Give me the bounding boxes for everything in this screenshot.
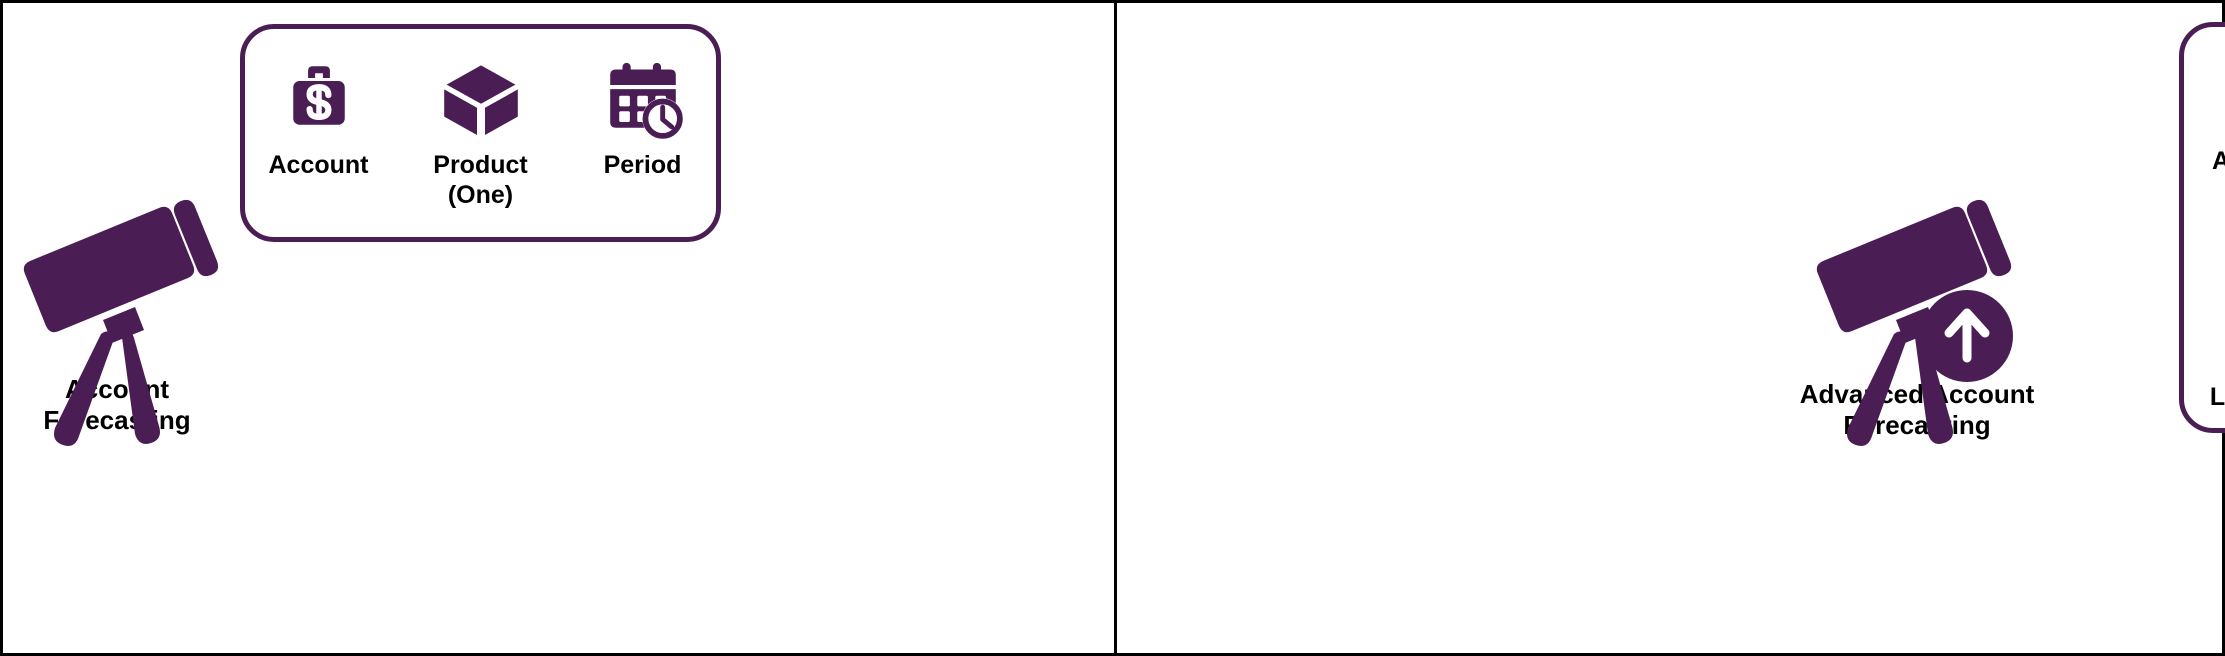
telescope-icon	[17, 158, 219, 446]
map-pin-ship-icon	[2216, 230, 2225, 314]
dimension-row: Account Product (One) Period	[245, 57, 716, 210]
dimension-item-account[interactable]: Account	[2203, 53, 2225, 177]
dimension-item-product-one[interactable]: Product (One)	[425, 57, 537, 210]
dimension-item-ship-from-location[interactable]: Ship-From Location	[2203, 230, 2225, 413]
dimension-row: Account	[2184, 53, 2225, 206]
dimension-row: Ship-From Location	[2184, 230, 2225, 413]
dimension-label: Product (One)	[433, 151, 528, 209]
dimension-label: Account	[2212, 147, 2225, 175]
dimension-item-account[interactable]: Account	[263, 57, 375, 181]
dimension-label: Account	[268, 151, 369, 179]
dimension-label: Ship-From Location	[2209, 383, 2225, 411]
dimension-label: Period	[603, 151, 682, 179]
panel-advanced-account-forecasting: Advanced Account Forecasting A L	[1117, 0, 2225, 656]
telescope-arrow-up-icon	[1810, 158, 2025, 446]
dimension-item-period[interactable]: Period	[587, 57, 699, 181]
panel-account-forecasting: Account Forecasting Account Product (One…	[0, 0, 1114, 656]
account-forecasting-telescope-group: Account Forecasting	[12, 158, 222, 446]
advanced-account-forecasting-telescope-group: Advanced Account Forecasting	[1797, 158, 2037, 446]
figure-canvas: Account Forecasting Account Product (One…	[0, 0, 2225, 656]
account-forecasting-dimension-box: Account Product (One) Period	[240, 24, 721, 242]
advanced-account-forecasting-label: Advanced Account Forecasting	[1799, 379, 2035, 440]
calendar-clock-icon	[597, 57, 689, 141]
briefcase-dollar-icon	[273, 57, 365, 141]
briefcase-dollar-icon	[2216, 53, 2225, 137]
cube-single-icon	[435, 57, 527, 141]
advanced-dimension-box: Account	[2179, 22, 2225, 433]
